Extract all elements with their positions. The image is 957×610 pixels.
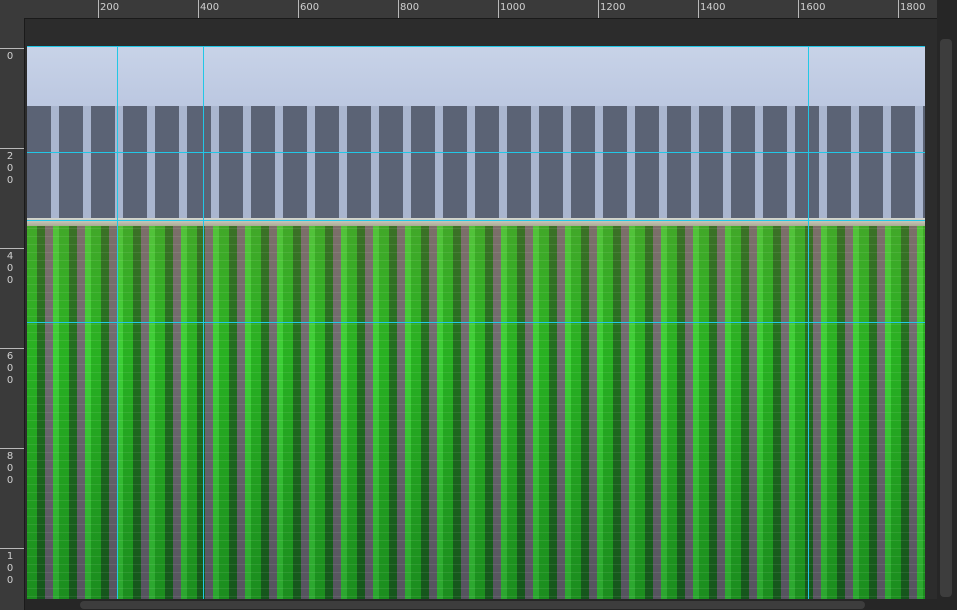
- ruler-tick: [598, 0, 599, 18]
- fence-region: [27, 106, 925, 226]
- ruler-top-label: 1000: [500, 2, 526, 13]
- ruler-tick: [0, 248, 24, 249]
- vertical-scrollbar[interactable]: [937, 19, 957, 599]
- horizontal-guide[interactable]: [27, 322, 925, 323]
- canvas-workspace[interactable]: [25, 19, 937, 610]
- ruler-tick: [0, 48, 24, 49]
- horizontal-scrollbar-thumb[interactable]: [80, 601, 865, 609]
- vertical-ruler[interactable]: 0 2 0 0 4 0 0 6 0 0 8 0 0 1 0 0: [0, 18, 25, 610]
- ruler-tick: [298, 0, 299, 18]
- image-editor-workspace: 200 400 600 800 1000 1200 1400 1600 1800…: [0, 0, 957, 610]
- ruler-tick: [198, 0, 199, 18]
- horizontal-scrollbar[interactable]: [25, 599, 937, 610]
- ruler-top-label: 200: [100, 2, 120, 13]
- ruler-left-label: 6 0 0: [6, 351, 14, 386]
- ruler-corner[interactable]: [0, 0, 25, 19]
- vertical-scrollbar-thumb[interactable]: [940, 39, 952, 597]
- ruler-left-label: 4 0 0: [6, 251, 14, 286]
- ruler-top-label: 400: [200, 2, 220, 13]
- ruler-tick: [798, 0, 799, 18]
- ruler-top-label: 1800: [900, 2, 926, 13]
- ruler-tick: [0, 548, 24, 549]
- ruler-tick: [0, 148, 24, 149]
- ruler-top-label: 1600: [800, 2, 826, 13]
- vertical-guide[interactable]: [203, 46, 204, 610]
- vertical-guide[interactable]: [808, 46, 809, 610]
- ruler-tick: [0, 448, 24, 449]
- ruler-tick: [498, 0, 499, 18]
- ruler-tick: [98, 0, 99, 18]
- image-canvas[interactable]: [27, 46, 925, 604]
- horizontal-guide[interactable]: [27, 152, 925, 153]
- ruler-left-label: 2 0 0: [6, 151, 14, 186]
- ruler-top-label: 1200: [600, 2, 626, 13]
- canvas-top-edge: [27, 46, 925, 47]
- ruler-tick: [398, 0, 399, 18]
- ruler-left-label: 0: [6, 51, 14, 62]
- ruler-tick: [898, 0, 899, 18]
- ruler-tick: [698, 0, 699, 18]
- ruler-tick: [0, 348, 24, 349]
- vertical-guide[interactable]: [117, 46, 118, 610]
- ruler-top-label: 1400: [700, 2, 726, 13]
- ruler-left-label: 1 0 0: [6, 551, 14, 586]
- horizontal-guide[interactable]: [27, 220, 925, 221]
- horizontal-ruler[interactable]: 200 400 600 800 1000 1200 1400 1600 1800: [24, 0, 937, 19]
- scanline-noise-overlay: [27, 226, 925, 604]
- ruler-top-label: 600: [300, 2, 320, 13]
- ruler-left-label: 8 0 0: [6, 451, 14, 486]
- ruler-top-label: 800: [400, 2, 420, 13]
